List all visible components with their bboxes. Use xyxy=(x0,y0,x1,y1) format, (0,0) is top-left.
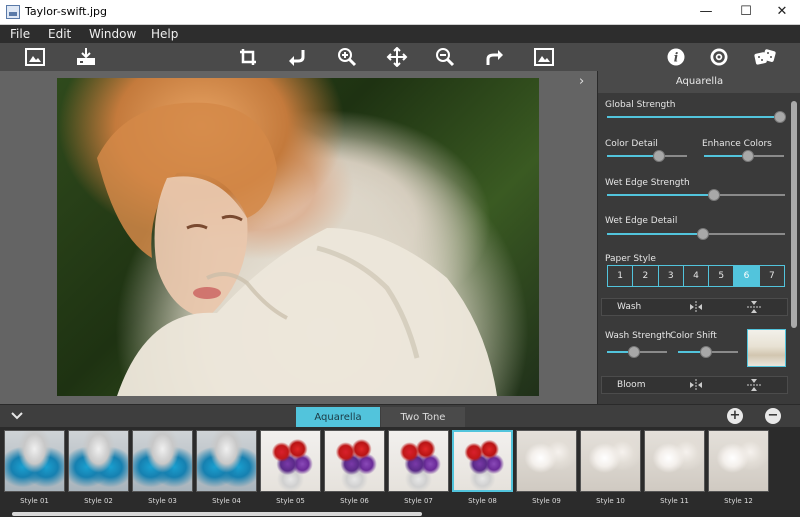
style-thumbnail[interactable] xyxy=(388,430,449,492)
style-thumbnail[interactable] xyxy=(324,430,385,492)
style-thumbnail[interactable] xyxy=(516,430,577,492)
style-thumbnail[interactable] xyxy=(708,430,769,492)
color-shift-label: Color Shift xyxy=(670,331,717,341)
style-thumbnail[interactable] xyxy=(644,430,705,492)
mirror-vertical-icon[interactable] xyxy=(747,301,761,313)
open-image-icon[interactable] xyxy=(24,47,46,67)
move-icon[interactable] xyxy=(386,47,408,67)
canvas-area[interactable] xyxy=(0,71,597,404)
bloom-section-header[interactable]: Bloom xyxy=(601,376,788,394)
enhance-colors-slider[interactable] xyxy=(704,150,784,162)
wash-strength-label: Wash Strength xyxy=(605,331,672,341)
watercolor-portrait-image xyxy=(97,102,497,396)
save-icon[interactable] xyxy=(75,47,97,67)
undo-icon[interactable] xyxy=(286,47,308,67)
paper-style-option-1[interactable]: 1 xyxy=(608,266,634,286)
tab-two-tone[interactable]: Two Tone xyxy=(381,407,465,428)
style-thumbnail-label: Style 12 xyxy=(724,497,753,505)
remove-preset-button[interactable]: − xyxy=(765,408,781,424)
style-thumbnail[interactable] xyxy=(196,430,257,492)
wet-edge-strength-label: Wet Edge Strength xyxy=(605,178,690,188)
style-thumbnail-label: Style 07 xyxy=(404,497,433,505)
zoom-out-icon[interactable] xyxy=(434,47,456,67)
redo-icon[interactable] xyxy=(484,47,506,67)
style-thumbnail[interactable] xyxy=(132,430,193,492)
panel-collapse-arrow-icon[interactable]: › xyxy=(579,74,584,89)
paper-style-option-5[interactable]: 5 xyxy=(709,266,735,286)
chevron-down-icon[interactable] xyxy=(10,411,24,421)
mirror-horizontal-icon[interactable] xyxy=(689,379,703,391)
wet-edge-strength-slider[interactable] xyxy=(607,189,785,201)
wash-label: Wash xyxy=(617,302,642,312)
minimize-button[interactable]: — xyxy=(686,0,726,25)
menu-help[interactable]: Help xyxy=(151,27,178,41)
paper-style-option-4[interactable]: 4 xyxy=(684,266,710,286)
style-thumbnail[interactable] xyxy=(260,430,321,492)
style-thumbnail-label: Style 03 xyxy=(148,497,177,505)
paper-style-label: Paper Style xyxy=(605,254,656,264)
style-thumbnail-label: Style 10 xyxy=(596,497,625,505)
paper-style-option-3[interactable]: 3 xyxy=(659,266,684,286)
menu-window[interactable]: Window xyxy=(89,27,136,41)
paper-style-option-6[interactable]: 6 xyxy=(734,266,760,286)
toolbar: i xyxy=(0,43,800,71)
style-thumbnail[interactable] xyxy=(452,430,513,492)
zoom-in-icon[interactable] xyxy=(336,47,358,67)
compare-icon[interactable] xyxy=(533,47,555,67)
tab-aquarella[interactable]: Aquarella xyxy=(296,407,380,428)
color-detail-label: Color Detail xyxy=(605,139,658,149)
style-thumbnail[interactable] xyxy=(580,430,641,492)
photo-preview[interactable] xyxy=(57,78,539,396)
enhance-colors-label: Enhance Colors xyxy=(702,139,772,149)
style-thumbnail-strip: Style 01 Style 02 Style 03 Style 04 Style 05… xyxy=(0,427,800,517)
wash-texture-swatch[interactable] xyxy=(747,329,786,367)
settings-icon[interactable] xyxy=(708,47,730,67)
maximize-button[interactable]: ☐ xyxy=(726,0,766,25)
global-strength-slider[interactable] xyxy=(607,111,786,123)
window-title: Taylor-swift.jpg xyxy=(25,5,108,18)
mirror-vertical-icon[interactable] xyxy=(747,379,761,391)
title-bar: Taylor-swift.jpg — ☐ ✕ xyxy=(0,0,800,25)
style-thumbnail-label: Style 04 xyxy=(212,497,241,505)
strip-scrollbar[interactable] xyxy=(12,512,422,516)
paper-style-option-7[interactable]: 7 xyxy=(760,266,784,286)
panel-scrollbar[interactable] xyxy=(791,101,797,328)
wet-edge-detail-label: Wet Edge Detail xyxy=(605,216,678,226)
style-thumbnail[interactable] xyxy=(68,430,129,492)
close-button[interactable]: ✕ xyxy=(762,0,800,25)
crop-icon[interactable] xyxy=(237,47,259,67)
paper-style-option-2[interactable]: 2 xyxy=(633,266,659,286)
paper-style-selector: 1 2 3 4 5 6 7 xyxy=(607,265,785,287)
wash-strength-slider[interactable] xyxy=(607,346,667,358)
style-thumbnail-label: Style 01 xyxy=(20,497,49,505)
random-icon[interactable] xyxy=(754,47,776,67)
mirror-horizontal-icon[interactable] xyxy=(689,301,703,313)
app-image-icon xyxy=(6,5,20,19)
global-strength-label: Global Strength xyxy=(605,100,676,110)
panel-title: Aquarella xyxy=(598,71,800,93)
preset-tab-bar: Aquarella Two Tone + − xyxy=(0,404,800,428)
menu-edit[interactable]: Edit xyxy=(48,27,71,41)
info-icon[interactable]: i xyxy=(665,47,687,67)
color-shift-slider[interactable] xyxy=(678,346,738,358)
menu-bar: File Edit Window Help xyxy=(0,25,800,43)
style-thumbnail-label: Style 02 xyxy=(84,497,113,505)
menu-file[interactable]: File xyxy=(10,27,30,41)
svg-text:i: i xyxy=(674,51,679,65)
bloom-label: Bloom xyxy=(617,380,646,390)
wash-section-header[interactable]: Wash xyxy=(601,298,788,316)
style-thumbnail-label: Style 06 xyxy=(340,497,369,505)
style-thumbnail-label: Style 11 xyxy=(660,497,689,505)
style-thumbnail-label: Style 08 xyxy=(468,497,497,505)
style-thumbnail-label: Style 05 xyxy=(276,497,305,505)
color-detail-slider[interactable] xyxy=(607,150,687,162)
add-preset-button[interactable]: + xyxy=(727,408,743,424)
settings-panel: Aquarella Global Strength Color Detail E… xyxy=(597,71,800,404)
style-thumbnail[interactable] xyxy=(4,430,65,492)
style-thumbnail-label: Style 09 xyxy=(532,497,561,505)
wet-edge-detail-slider[interactable] xyxy=(607,228,785,240)
